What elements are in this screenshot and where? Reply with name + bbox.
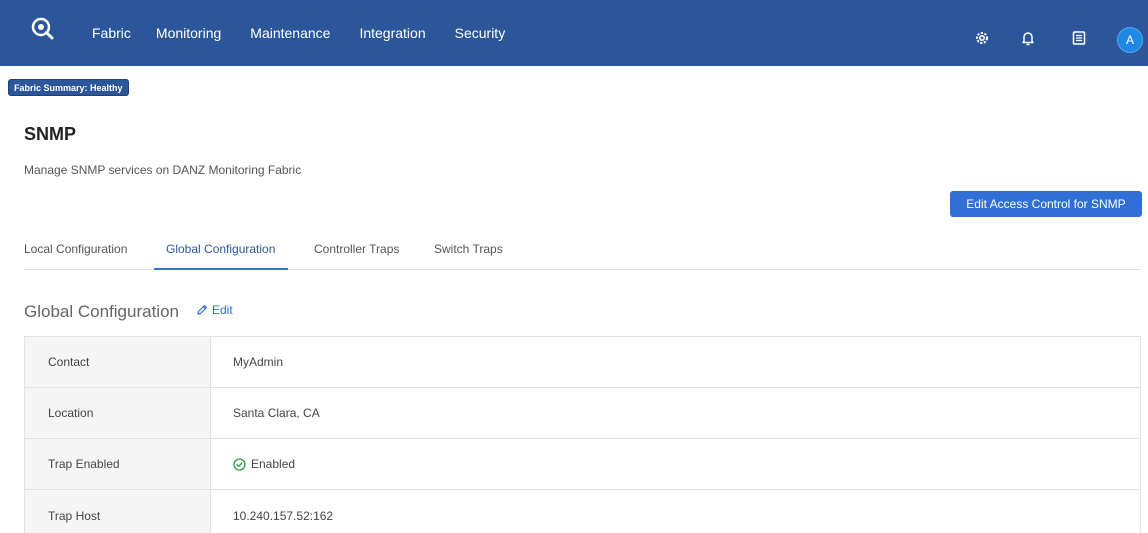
- row-label-trap-host: Trap Host: [25, 490, 211, 533]
- nav-integration[interactable]: Integration: [359, 25, 425, 41]
- check-circle-icon: [233, 457, 246, 471]
- active-tab-indicator: [154, 268, 288, 270]
- edit-access-control-button[interactable]: Edit Access Control for SNMP: [950, 191, 1142, 217]
- table-row: Trap Host 10.240.157.52:162: [25, 490, 1140, 533]
- main-nav: Fabric Monitoring Maintenance Integratio…: [92, 0, 534, 66]
- nav-security[interactable]: Security: [455, 25, 506, 41]
- table-row: Location Santa Clara, CA: [25, 388, 1140, 439]
- tab-controller-traps[interactable]: Controller Traps: [314, 242, 399, 256]
- tab-local-configuration[interactable]: Local Configuration: [24, 242, 127, 256]
- fabric-summary-badge[interactable]: Fabric Summary: Healthy: [8, 79, 129, 96]
- nav-maintenance[interactable]: Maintenance: [250, 25, 330, 41]
- gear-icon[interactable]: [974, 30, 990, 46]
- table-row: Contact MyAdmin: [25, 337, 1140, 388]
- row-label-location: Location: [25, 388, 211, 438]
- page-title: SNMP: [24, 124, 77, 144]
- tab-bar: Local Configuration Global Configuration…: [24, 230, 1141, 270]
- section-title: Global Configuration: [24, 302, 179, 321]
- tab-global-configuration[interactable]: Global Configuration: [166, 242, 275, 256]
- page-subtitle: Manage SNMP services on DANZ Monitoring …: [24, 163, 302, 177]
- logo-icon[interactable]: [30, 16, 54, 40]
- edit-link[interactable]: Edit: [196, 303, 233, 317]
- bell-icon[interactable]: [1020, 30, 1036, 46]
- row-label-trap-enabled: Trap Enabled: [25, 439, 211, 489]
- row-value-trap-host: 10.240.157.52:162: [233, 508, 334, 523]
- row-value-contact: MyAdmin: [233, 355, 284, 369]
- nav-fabric[interactable]: Fabric: [92, 25, 131, 41]
- document-icon[interactable]: [1071, 30, 1087, 46]
- row-value-trap-enabled: Enabled: [211, 439, 1140, 489]
- user-avatar[interactable]: A: [1117, 27, 1143, 53]
- row-value-location: Santa Clara, CA: [233, 406, 320, 420]
- table-row: Trap Enabled Enabled: [25, 439, 1140, 490]
- row-label-contact: Contact: [25, 337, 211, 387]
- nav-monitoring[interactable]: Monitoring: [156, 25, 221, 41]
- tab-switch-traps[interactable]: Switch Traps: [434, 242, 503, 256]
- trap-enabled-status: Enabled: [251, 457, 296, 471]
- pencil-icon: [197, 304, 208, 315]
- global-config-table: Contact MyAdmin Location Santa Clara, CA…: [24, 336, 1141, 533]
- edit-label: Edit: [212, 303, 233, 317]
